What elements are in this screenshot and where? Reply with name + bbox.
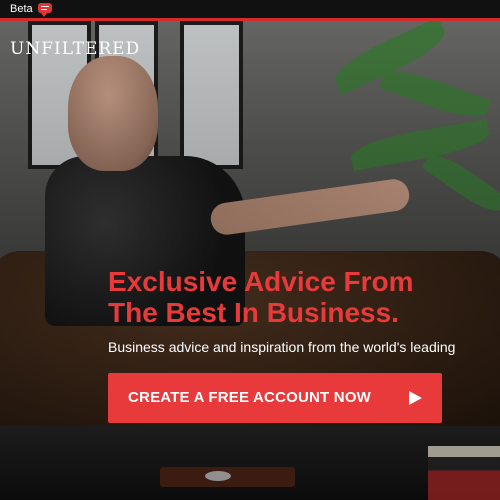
chat-bubble-icon[interactable] [38, 3, 52, 17]
beta-bar: Beta [0, 0, 500, 21]
beta-label: Beta [10, 3, 33, 15]
hero-section [0, 21, 500, 500]
hero-headline: Exclusive Advice From The Best In Busine… [108, 266, 500, 328]
hero-overlay [0, 21, 500, 500]
create-account-button[interactable]: CREATE A FREE ACCOUNT NOW [108, 373, 442, 423]
hero-subheadline: Business advice and inspiration from the… [108, 339, 456, 355]
site-logo[interactable]: UNFILTERED [10, 39, 140, 59]
create-account-label: CREATE A FREE ACCOUNT NOW [128, 389, 372, 406]
hero-headline-line-2: The Best In Business. [108, 297, 399, 328]
hero-headline-line-1: Exclusive Advice From [108, 266, 414, 297]
play-icon [409, 391, 422, 405]
